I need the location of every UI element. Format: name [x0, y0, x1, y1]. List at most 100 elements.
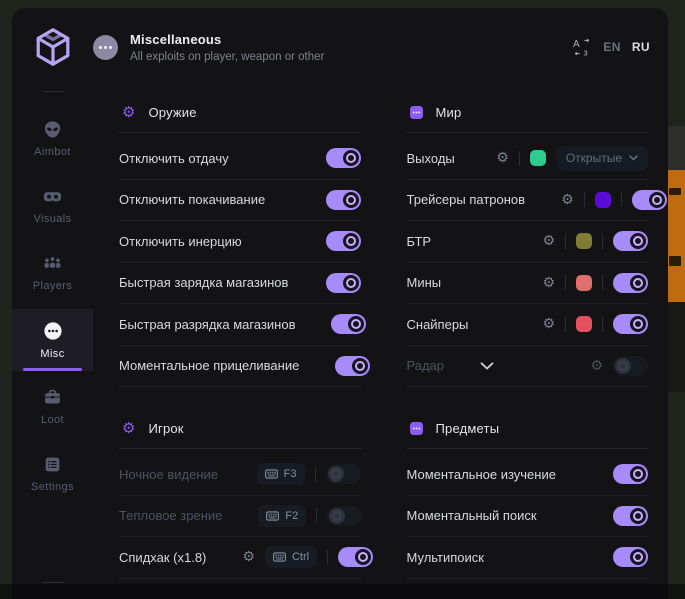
- ellipsis-circle-icon: [93, 35, 118, 60]
- toggle-switch[interactable]: [326, 190, 361, 210]
- toggle-switch[interactable]: [331, 314, 366, 334]
- toggle-switch[interactable]: [326, 148, 361, 168]
- background-mark: [669, 256, 681, 266]
- chevron-down-icon[interactable]: [480, 362, 494, 370]
- sidebar-item-aimbot[interactable]: Aimbot: [12, 108, 93, 170]
- toggle-switch[interactable]: [335, 356, 370, 376]
- vr-goggles-icon: [43, 187, 62, 206]
- desktop-background: Miscellaneous All exploits on player, we…: [0, 0, 685, 599]
- settings-row: Моментальное прицеливание: [119, 346, 361, 388]
- settings-row: Быстрая разрядка магазинов: [119, 304, 361, 346]
- settings-row: Ночное видениеF3: [119, 454, 361, 496]
- row-controls: [613, 506, 648, 526]
- toggle-knob: [649, 192, 665, 208]
- sidebar-item-players[interactable]: Players: [12, 242, 93, 304]
- dots-square-icon: [410, 422, 423, 435]
- toggle-switch[interactable]: [613, 464, 648, 484]
- players-icon: [43, 254, 62, 273]
- toggle-switch[interactable]: [613, 231, 648, 251]
- row-controls: ⚙: [590, 356, 648, 376]
- row-controls: [326, 273, 361, 293]
- svg-text:з: з: [584, 48, 588, 58]
- color-swatch[interactable]: [595, 192, 611, 208]
- dropdown-select[interactable]: Открытые: [556, 146, 648, 171]
- alien-icon: [43, 120, 62, 139]
- sidebar-divider: [42, 582, 64, 583]
- sidebar-item-label: Misc: [40, 348, 64, 360]
- gear-icon[interactable]: ⚙: [242, 550, 255, 564]
- toggle-switch[interactable]: [613, 506, 648, 526]
- gear-icon[interactable]: ⚙: [542, 234, 555, 248]
- row-label: Трейсеры патронов: [407, 192, 526, 207]
- hotkey-badge[interactable]: F2: [258, 505, 306, 527]
- color-swatch[interactable]: [576, 233, 592, 249]
- row-label: Моментальное изучение: [407, 467, 556, 482]
- toggle-switch[interactable]: [326, 273, 361, 293]
- section-rows: Выходы⚙ ОткрытыеТрейсеры патронов⚙ БТР⚙ …: [407, 138, 649, 387]
- toggle-switch[interactable]: [326, 231, 361, 251]
- page-title: Miscellaneous: [130, 32, 324, 47]
- section-rows: Моментальное изучениеМоментальный поискМ…: [407, 454, 649, 579]
- row-label: Моментальное прицеливание: [119, 358, 299, 373]
- toggle-switch[interactable]: [613, 547, 648, 567]
- sidebar-item-settings[interactable]: Settings: [12, 443, 93, 505]
- row-label: Моментальный поиск: [407, 508, 537, 523]
- toggle-knob: [343, 275, 359, 291]
- section-title: Оружие: [148, 105, 196, 120]
- sidebar-item-loot[interactable]: Loot: [12, 376, 93, 438]
- row-controls: F3: [257, 463, 361, 485]
- sidebar-item-misc[interactable]: Misc: [12, 309, 93, 371]
- settings-row: Моментальный поиск: [407, 496, 649, 538]
- lang-en-button[interactable]: EN: [603, 40, 620, 54]
- window-header: Miscellaneous All exploits on player, we…: [12, 8, 668, 86]
- row-controls: [326, 231, 361, 251]
- color-swatch[interactable]: [576, 275, 592, 291]
- gear-icon[interactable]: ⚙: [542, 276, 555, 290]
- settings-row: Трейсеры патронов ⚙: [407, 180, 649, 222]
- toggle-switch[interactable]: [632, 190, 667, 210]
- toggle-knob: [343, 233, 359, 249]
- divider: [602, 234, 603, 249]
- divider: [316, 508, 317, 523]
- toggle-knob: [630, 275, 646, 291]
- toggle-knob: [348, 316, 364, 332]
- section-header: ⚙ Игрок: [119, 416, 361, 440]
- toggle-knob: [328, 466, 344, 482]
- toggle-switch[interactable]: [613, 356, 648, 376]
- keyboard-icon: [273, 552, 286, 562]
- ellipsis-circle-icon: [43, 321, 63, 341]
- color-swatch[interactable]: [530, 150, 546, 166]
- row-controls: [613, 464, 648, 484]
- row-controls: ⚙ Открытые: [496, 146, 648, 171]
- settings-row: Снайперы⚙: [407, 304, 649, 346]
- divider: [315, 467, 316, 482]
- toggle-switch[interactable]: [326, 464, 361, 484]
- section-header: ⚙ Оружие: [119, 100, 361, 124]
- toggle-switch[interactable]: [613, 314, 648, 334]
- toggle-switch[interactable]: [327, 506, 362, 526]
- hotkey-badge[interactable]: F3: [257, 463, 305, 485]
- row-label: Тепловое зрение: [119, 508, 222, 523]
- gear-icon[interactable]: ⚙: [561, 193, 574, 207]
- toggle-switch[interactable]: [613, 273, 648, 293]
- sidebar-item-label: Visuals: [33, 213, 71, 225]
- section-header: Предметы: [407, 416, 649, 440]
- toggle-switch[interactable]: [338, 547, 373, 567]
- divider: [565, 234, 566, 249]
- gear-icon[interactable]: ⚙: [590, 359, 603, 373]
- settings-row: БТР⚙: [407, 221, 649, 263]
- sidebar-item-label: Settings: [31, 481, 74, 493]
- gear-icon[interactable]: ⚙: [496, 151, 509, 165]
- gear-icon[interactable]: ⚙: [542, 317, 555, 331]
- divider: [621, 192, 622, 207]
- row-controls: ⚙: [542, 273, 648, 293]
- row-controls: [331, 314, 366, 334]
- sidebar-item-visuals[interactable]: Visuals: [12, 175, 93, 237]
- color-swatch[interactable]: [576, 316, 592, 332]
- lang-ru-button[interactable]: RU: [632, 40, 650, 54]
- sidebar-item-label: Players: [33, 280, 72, 292]
- settings-row: Моментальное изучение: [407, 454, 649, 496]
- row-label: Мины: [407, 275, 442, 290]
- hotkey-badge[interactable]: Ctrl: [265, 546, 317, 568]
- row-label: Быстрая разрядка магазинов: [119, 317, 295, 332]
